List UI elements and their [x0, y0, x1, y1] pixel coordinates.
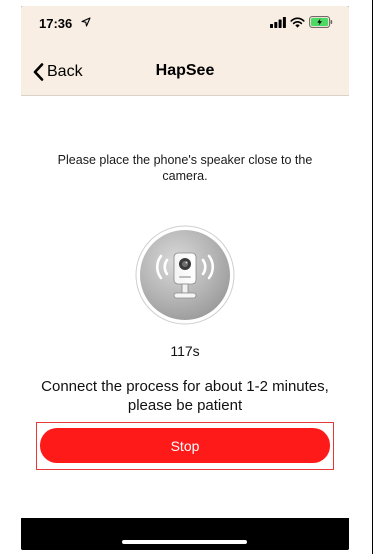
wifi-icon [290, 17, 305, 28]
camera-sound-icon [135, 225, 235, 325]
countdown-timer: 117s [170, 343, 200, 359]
divider-line [372, 0, 373, 554]
phone-screen: 17:36 Back HapSee Please place the phone… [21, 6, 349, 550]
location-arrow-icon [81, 17, 91, 27]
status-indicators [270, 15, 333, 29]
home-indicator[interactable] [122, 540, 247, 544]
status-bar: 17:36 [21, 6, 349, 48]
status-time: 17:36 [39, 16, 73, 31]
process-message: Connect the process for about 1-2 minute… [41, 378, 329, 414]
stop-button[interactable]: Stop [40, 428, 330, 463]
instruction-text: Please place the phone's speaker close t… [57, 153, 313, 183]
navigation-bar: Back HapSee [21, 48, 349, 95]
main-content: Please place the phone's speaker close t… [21, 95, 349, 518]
phone-frame: 17:36 Back HapSee Please place the phone… [21, 6, 349, 550]
page-title: HapSee [155, 62, 215, 79]
page: 17:36 Back HapSee Please place the phone… [0, 0, 379, 554]
cellular-signal-icon [270, 16, 286, 28]
battery-charging-icon [309, 16, 333, 28]
